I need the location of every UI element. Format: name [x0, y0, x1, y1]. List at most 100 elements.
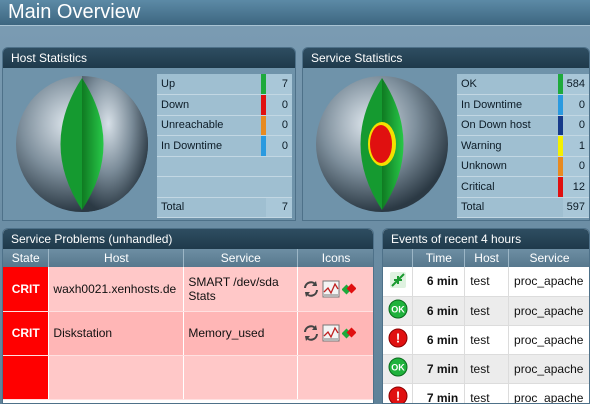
crit-icon: ! — [388, 328, 408, 348]
event-service[interactable]: proc_apache — [508, 325, 589, 355]
table-row[interactable]: CRIT Diskstation Memory_used — [3, 311, 373, 356]
state-cell[interactable] — [3, 355, 50, 400]
reload-icon[interactable] — [302, 280, 320, 298]
reload-icon[interactable] — [302, 324, 320, 342]
event-icon-cell: OK — [383, 296, 414, 326]
service-stat-label[interactable]: On Down host — [457, 115, 558, 136]
ok-icon: OK — [388, 299, 408, 319]
service-stats-table: OK 584 In Downtime 0 On Down host 0 Warning 1 Un… — [457, 74, 589, 218]
action-icon[interactable] — [342, 326, 357, 340]
host-stat-value[interactable]: 0 — [266, 135, 292, 157]
host-stat-total-value[interactable]: 7 — [266, 197, 292, 218]
event-host[interactable]: test — [464, 325, 510, 355]
service-stat-value[interactable]: 1 — [562, 135, 589, 157]
host-stat-row[interactable]: Unreachable 0 — [157, 115, 292, 136]
event-icon-cell: ! — [383, 383, 414, 403]
host-stat-label[interactable]: Unreachable — [157, 115, 261, 136]
event-service[interactable]: proc_apache — [508, 354, 589, 384]
host-stat-value[interactable]: 0 — [266, 94, 292, 116]
event-row[interactable]: ! 7 min test proc_apache — [383, 383, 589, 403]
service-globe-icon — [316, 76, 448, 212]
table-row[interactable]: CRIT waxh0021.xenhosts.de SMART /dev/sda S… — [3, 267, 373, 312]
service-cell[interactable] — [183, 355, 299, 400]
service-stat-row[interactable]: On Down host 0 — [457, 115, 589, 136]
host-stat-label[interactable]: Down — [157, 94, 261, 116]
host-stat-spacer-row — [157, 156, 292, 177]
crit-icon: ! — [388, 386, 408, 403]
col-service[interactable]: Service — [183, 249, 299, 267]
service-stat-total-label: Total — [457, 197, 558, 218]
event-row[interactable]: OK 7 min test proc_apache — [383, 354, 589, 384]
state-cell[interactable]: CRIT — [3, 267, 50, 312]
ok-icon-label: OK — [391, 305, 405, 315]
service-stat-label[interactable]: In Downtime — [457, 94, 558, 116]
graph-icon[interactable] — [322, 324, 340, 342]
host-stat-row[interactable]: Up 7 — [157, 74, 292, 95]
host-cell[interactable]: waxh0021.xenhosts.de — [48, 267, 185, 312]
col-icons: Icons — [297, 249, 373, 267]
service-cell[interactable]: Memory_used — [183, 311, 299, 356]
graph-icon[interactable] — [322, 280, 340, 298]
event-service[interactable]: proc_apache — [508, 296, 589, 326]
event-host[interactable]: test — [464, 267, 510, 297]
service-stat-row[interactable]: Warning 1 — [457, 135, 589, 157]
event-icon-cell: ! — [383, 325, 414, 355]
service-stat-total-value[interactable]: 597 — [562, 197, 589, 218]
event-host[interactable]: test — [464, 354, 510, 384]
host-stat-total-row[interactable]: Total 7 — [157, 197, 292, 218]
events-table: Time Host Service 6 min test proc_apache OK… — [383, 249, 589, 403]
event-host[interactable]: test — [464, 296, 510, 326]
event-service[interactable]: proc_apache — [508, 383, 589, 403]
event-row[interactable]: ! 6 min test proc_apache — [383, 325, 589, 355]
event-row[interactable]: OK 6 min test proc_apache — [383, 296, 589, 326]
host-stat-label[interactable]: Up — [157, 74, 261, 95]
col-time[interactable]: Time — [412, 249, 466, 267]
host-statistics-panel: Host Statistics Up 7 Down 0 Unreachable 0 In D… — [2, 47, 296, 221]
service-cell[interactable]: SMART /dev/sda Stats — [183, 267, 299, 312]
service-stat-total-row[interactable]: Total 597 — [457, 197, 589, 218]
event-row[interactable]: 6 min test proc_apache — [383, 267, 589, 297]
icons-cell — [297, 355, 373, 400]
host-globe-icon — [16, 76, 148, 212]
col-state[interactable]: State — [3, 249, 50, 267]
host-stat-row[interactable]: Down 0 — [157, 94, 292, 116]
page-title: Main Overview — [8, 1, 141, 23]
col-event-service[interactable]: Service — [508, 249, 589, 267]
table-row[interactable] — [3, 355, 373, 400]
service-stat-label[interactable]: Unknown — [457, 156, 558, 177]
service-stat-value[interactable]: 12 — [562, 176, 589, 198]
host-stats-table: Up 7 Down 0 Unreachable 0 In Downtime 0 Total 7 — [157, 74, 292, 218]
host-cell[interactable] — [48, 355, 185, 400]
host-stat-label[interactable]: In Downtime — [157, 135, 261, 157]
ok-icon-label: OK — [391, 363, 405, 373]
service-stat-label[interactable]: Critical — [457, 176, 558, 198]
service-stat-row[interactable]: OK 584 — [457, 74, 589, 95]
service-stat-row[interactable]: Unknown 0 — [457, 156, 589, 177]
icons-cell — [297, 311, 373, 356]
col-event-host[interactable]: Host — [464, 249, 510, 267]
service-stat-row[interactable]: In Downtime 0 — [457, 94, 589, 116]
host-stat-value[interactable]: 0 — [266, 115, 292, 136]
host-cell[interactable]: Diskstation — [48, 311, 185, 356]
service-stat-value[interactable]: 0 — [562, 115, 589, 136]
host-stat-value[interactable]: 7 — [266, 74, 292, 95]
event-service[interactable]: proc_apache — [508, 267, 589, 297]
service-stat-row[interactable]: Critical 12 — [457, 176, 589, 198]
host-stat-row[interactable]: In Downtime 0 — [157, 135, 292, 157]
event-icon-cell — [383, 267, 414, 297]
event-time: 7 min — [412, 354, 466, 384]
service-stat-value[interactable]: 584 — [562, 74, 589, 95]
event-host[interactable]: test — [464, 383, 510, 403]
event-time: 7 min — [412, 383, 466, 403]
col-host[interactable]: Host — [48, 249, 185, 267]
event-time: 6 min — [412, 267, 466, 297]
service-stat-label[interactable]: OK — [457, 74, 558, 95]
service-stat-value[interactable]: 0 — [562, 94, 589, 116]
state-cell[interactable]: CRIT — [3, 311, 50, 356]
service-stat-label[interactable]: Warning — [457, 135, 558, 157]
host-stat-total-label: Total — [157, 197, 261, 218]
action-icon[interactable] — [342, 282, 357, 296]
service-stat-value[interactable]: 0 — [562, 156, 589, 177]
host-statistics-title: Host Statistics — [3, 48, 295, 68]
event-time: 6 min — [412, 325, 466, 355]
